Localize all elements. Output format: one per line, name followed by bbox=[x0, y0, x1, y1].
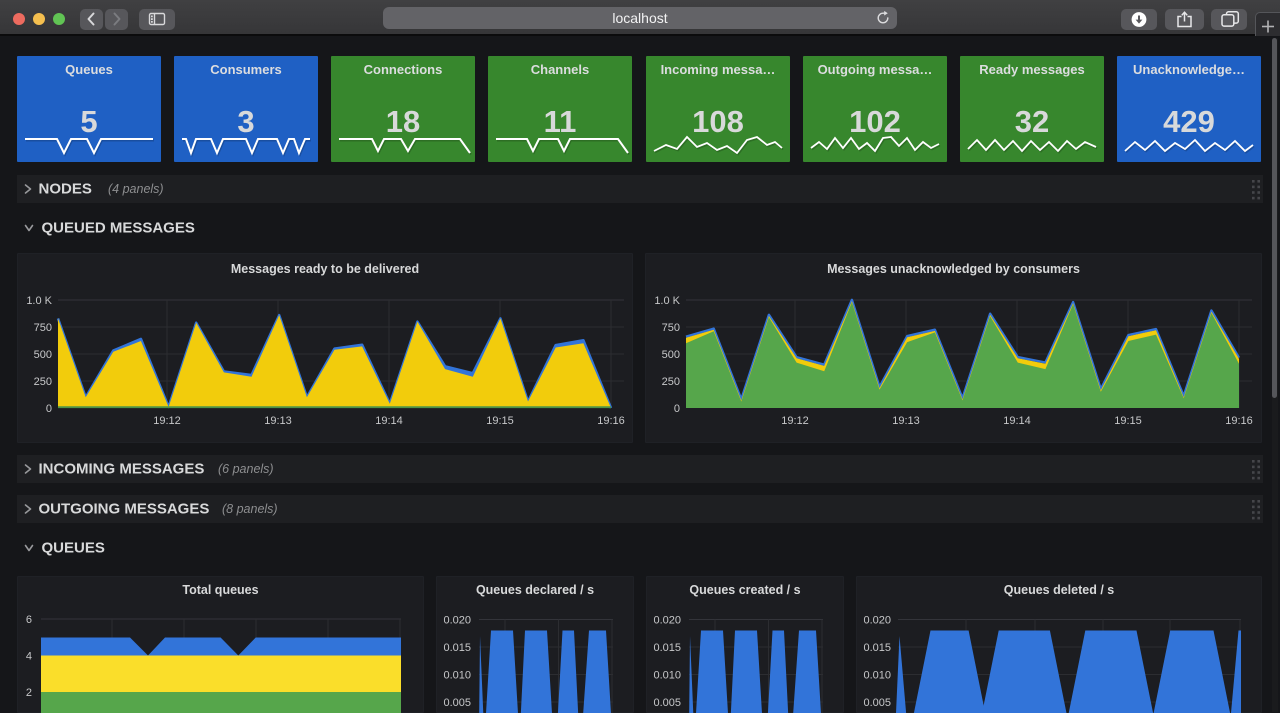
svg-text:0.010: 0.010 bbox=[443, 670, 471, 682]
svg-text:19:14: 19:14 bbox=[375, 415, 403, 427]
svg-text:1.0 K: 1.0 K bbox=[654, 295, 680, 307]
svg-text:19:16: 19:16 bbox=[597, 415, 625, 427]
svg-text:19:16: 19:16 bbox=[1225, 415, 1253, 427]
svg-text:0.015: 0.015 bbox=[863, 642, 891, 654]
svg-text:19:12: 19:12 bbox=[153, 415, 181, 427]
svg-text:19:15: 19:15 bbox=[1114, 415, 1142, 427]
svg-text:0.010: 0.010 bbox=[863, 670, 891, 682]
svg-text:19:15: 19:15 bbox=[486, 415, 514, 427]
svg-text:19:13: 19:13 bbox=[892, 415, 920, 427]
svg-text:0.020: 0.020 bbox=[443, 615, 471, 627]
svg-text:250: 250 bbox=[34, 376, 52, 388]
svg-text:2: 2 bbox=[26, 687, 32, 699]
svg-text:0.010: 0.010 bbox=[653, 670, 681, 682]
svg-text:19:13: 19:13 bbox=[264, 415, 292, 427]
svg-text:0: 0 bbox=[46, 403, 52, 415]
svg-text:0: 0 bbox=[674, 403, 680, 415]
svg-text:500: 500 bbox=[34, 349, 52, 361]
svg-text:19:12: 19:12 bbox=[781, 415, 809, 427]
svg-text:0.020: 0.020 bbox=[863, 615, 891, 627]
svg-text:19:14: 19:14 bbox=[1003, 415, 1031, 427]
svg-text:750: 750 bbox=[34, 322, 52, 334]
svg-text:0.005: 0.005 bbox=[653, 697, 681, 709]
svg-text:0.005: 0.005 bbox=[863, 697, 891, 709]
svg-text:500: 500 bbox=[662, 349, 680, 361]
svg-text:0.015: 0.015 bbox=[653, 642, 681, 654]
svg-text:750: 750 bbox=[662, 322, 680, 334]
svg-text:6: 6 bbox=[26, 614, 32, 626]
svg-text:0.020: 0.020 bbox=[653, 615, 681, 627]
svg-text:1.0 K: 1.0 K bbox=[26, 295, 52, 307]
svg-text:0.015: 0.015 bbox=[443, 642, 471, 654]
svg-text:0.005: 0.005 bbox=[443, 697, 471, 709]
svg-text:250: 250 bbox=[662, 376, 680, 388]
svg-text:4: 4 bbox=[26, 651, 32, 663]
